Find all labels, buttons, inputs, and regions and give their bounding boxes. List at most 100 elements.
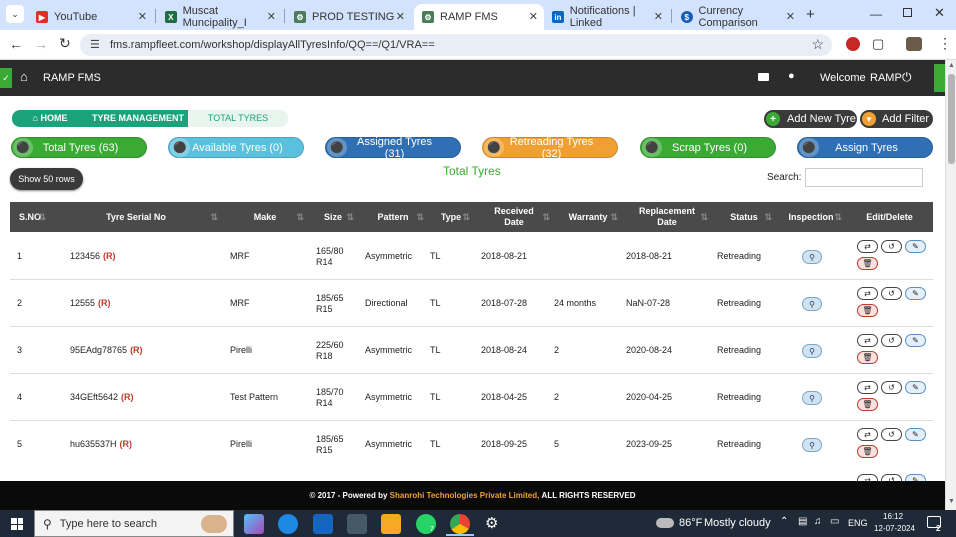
close-window-icon[interactable]: ✕: [934, 5, 945, 21]
close-icon[interactable]: ✕: [786, 10, 795, 23]
history-button[interactable]: ↺: [881, 428, 902, 441]
user-name[interactable]: RAMP: [870, 72, 902, 84]
col-sno[interactable]: S.NO ⇅: [10, 202, 50, 232]
history-button[interactable]: ↺: [881, 240, 902, 253]
assign-tyres-pill[interactable]: ⚫ Assign Tyres: [797, 137, 933, 158]
tab-youtube[interactable]: ▶ YouTube ✕: [28, 4, 153, 30]
puzzle-icon[interactable]: ▢: [872, 36, 884, 52]
assigned-tyres-pill[interactable]: ⚫ Assigned Tyres (31): [325, 136, 461, 160]
scroll-thumb[interactable]: [948, 74, 955, 164]
tab-currency[interactable]: $ Currency Comparison ✕: [673, 4, 801, 30]
profile-icon[interactable]: [906, 37, 922, 51]
reload-icon[interactable]: ↻: [59, 35, 71, 52]
close-icon[interactable]: ✕: [529, 10, 538, 23]
copilot-icon[interactable]: [244, 514, 264, 534]
replace-button[interactable]: ⇄: [857, 381, 878, 394]
page-scrollbar[interactable]: ▲ ▼: [945, 60, 956, 510]
tray-chevron-icon[interactable]: ⌃: [780, 516, 788, 527]
search-input[interactable]: [805, 168, 923, 187]
col-type[interactable]: Type ⇅: [428, 202, 474, 232]
battery-icon[interactable]: ▭: [830, 516, 839, 527]
show-rows-button[interactable]: Show 50 rows: [10, 168, 83, 190]
history-button[interactable]: ↺: [881, 287, 902, 300]
total-tyres-pill[interactable]: ⚫ Total Tyres (63): [11, 137, 147, 158]
menu-dots-icon[interactable]: ⋮: [938, 35, 952, 52]
restore-icon[interactable]: [903, 8, 912, 17]
breadcrumb-tyre-management[interactable]: TYRE MANAGEMENT: [88, 110, 188, 127]
home-icon[interactable]: ⌂: [20, 69, 28, 84]
forward-icon[interactable]: →: [34, 36, 48, 52]
tab-linkedin[interactable]: in Notifications | Linked ✕: [544, 4, 669, 30]
col-serial[interactable]: Tyre Serial No ⇅: [50, 202, 222, 232]
replace-button[interactable]: ⇄: [857, 240, 878, 253]
extension-icon[interactable]: [846, 37, 860, 51]
tab-prod-testing[interactable]: ⚙ PROD TESTING ✕: [286, 4, 411, 30]
col-replacement-date[interactable]: Replacement Date ⇅: [622, 202, 712, 232]
close-icon[interactable]: ✕: [267, 10, 276, 23]
edge-icon[interactable]: [278, 514, 298, 534]
replace-button[interactable]: ⇄: [857, 334, 878, 347]
power-icon[interactable]: ⏻: [902, 70, 912, 85]
delete-button[interactable]: 🗑: [857, 351, 878, 364]
minimize-icon[interactable]: —: [870, 7, 882, 21]
edit-button[interactable]: ✎: [905, 381, 926, 394]
chrome-icon[interactable]: [450, 514, 470, 534]
app-title[interactable]: RAMP FMS: [43, 72, 101, 84]
inspection-button[interactable]: ⚲: [802, 438, 822, 452]
col-received-date[interactable]: Received Date ⇅: [474, 202, 554, 232]
tab-ramp-fms[interactable]: ⚙ RAMP FMS ✕: [414, 4, 544, 30]
inspection-button[interactable]: ⚲: [802, 344, 822, 358]
inspection-button[interactable]: ⚲: [802, 297, 822, 311]
available-tyres-pill[interactable]: ⚫ Available Tyres (0): [168, 137, 304, 158]
col-status[interactable]: Status ⇅: [712, 202, 776, 232]
mail-icon[interactable]: [758, 73, 769, 81]
tab-search-button[interactable]: ⌄: [6, 5, 24, 23]
retreading-tyres-pill[interactable]: ⚫ Retreading Tyres (32): [482, 136, 618, 160]
scrap-tyres-pill[interactable]: ⚫ Scrap Tyres (0): [640, 137, 776, 158]
replace-button[interactable]: ⇄: [857, 428, 878, 441]
delete-button[interactable]: 🗑: [857, 257, 878, 270]
breadcrumb-home[interactable]: ⌂ HOME: [12, 110, 88, 127]
network-icon[interactable]: ▤: [798, 516, 807, 527]
side-panel-tab[interactable]: [934, 64, 945, 92]
company-link[interactable]: Shanrohi Technologies Private Limited,: [390, 491, 540, 500]
windows-start-icon[interactable]: [11, 518, 23, 530]
col-edit-delete[interactable]: Edit/Delete: [846, 202, 933, 232]
add-new-tyre-button[interactable]: + Add New Tyre: [764, 110, 857, 128]
store-icon[interactable]: [347, 514, 367, 534]
delete-button[interactable]: 🗑: [857, 445, 878, 458]
col-size[interactable]: Size ⇅: [308, 202, 358, 232]
mail-app-icon[interactable]: [313, 514, 333, 534]
col-make[interactable]: Make ⇅: [222, 202, 308, 232]
new-tab-button[interactable]: +: [806, 6, 815, 23]
language-indicator[interactable]: ENG: [848, 518, 868, 528]
url-input[interactable]: ☰ fms.rampfleet.com/workshop/displayAllT…: [80, 34, 832, 56]
replace-button[interactable]: ⇄: [857, 287, 878, 300]
close-icon[interactable]: ✕: [654, 10, 663, 23]
col-warranty[interactable]: Warranty ⇅: [554, 202, 622, 232]
file-explorer-icon[interactable]: [381, 514, 401, 534]
history-button[interactable]: ↺: [881, 381, 902, 394]
volume-icon[interactable]: ♫: [814, 516, 822, 527]
col-pattern[interactable]: Pattern ⇅: [358, 202, 428, 232]
site-settings-icon[interactable]: ☰: [90, 38, 100, 51]
add-filter-button[interactable]: ▼ Add Filter: [860, 110, 933, 128]
bell-icon[interactable]: ●: [788, 70, 795, 82]
clock-time[interactable]: 16:12: [883, 512, 903, 521]
edit-button[interactable]: ✎: [905, 428, 926, 441]
edit-button[interactable]: ✎: [905, 334, 926, 347]
delete-button[interactable]: 🗑: [857, 398, 878, 411]
weather-desc[interactable]: Mostly cloudy: [704, 517, 771, 529]
sidebar-toggle-icon[interactable]: ✓: [0, 68, 12, 88]
weather-temp[interactable]: 86°F: [679, 517, 702, 529]
inspection-button[interactable]: ⚲: [802, 250, 822, 264]
taskbar-search-box[interactable]: ⚲ Type here to search: [34, 510, 234, 537]
close-icon[interactable]: ✕: [138, 10, 147, 23]
col-inspection[interactable]: Inspection ⇅: [776, 202, 846, 232]
close-icon[interactable]: ✕: [396, 10, 405, 23]
scroll-down-icon[interactable]: ▼: [948, 498, 955, 505]
scroll-up-icon[interactable]: ▲: [948, 62, 955, 69]
back-icon[interactable]: ←: [9, 36, 23, 52]
history-button[interactable]: ↺: [881, 334, 902, 347]
edit-button[interactable]: ✎: [905, 287, 926, 300]
